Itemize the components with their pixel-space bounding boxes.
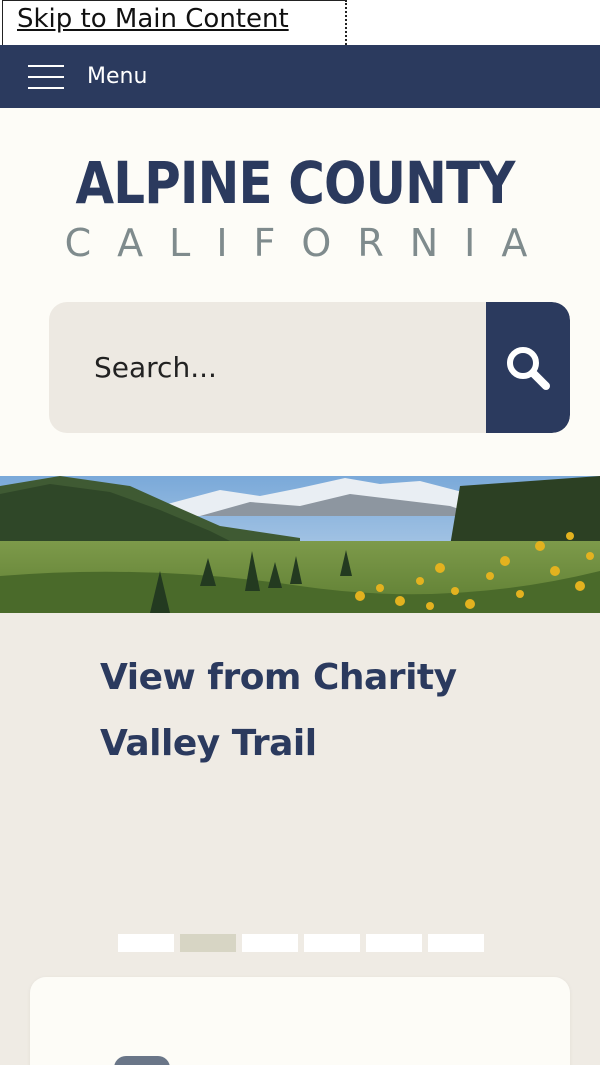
logo-subtitle: CALIFORNIA xyxy=(64,221,554,265)
site-logo[interactable]: ALPINE COUNTY CALIFORNIA xyxy=(0,148,600,268)
menu-label: Menu xyxy=(87,64,148,89)
menu-button[interactable]: Menu xyxy=(28,45,147,108)
skip-to-main-content-link[interactable]: Skip to Main Content xyxy=(2,0,347,45)
search-box xyxy=(49,302,570,433)
search-input[interactable] xyxy=(49,302,486,433)
hero-image xyxy=(0,476,600,613)
site-header: ALPINE COUNTY CALIFORNIA xyxy=(0,108,600,476)
slide-dot-1[interactable] xyxy=(118,934,174,952)
rounded-square-icon xyxy=(114,1056,170,1065)
slide-dot-4[interactable] xyxy=(304,934,360,952)
slide-caption[interactable]: View from Charity Valley Trail xyxy=(100,645,520,777)
slide-caption-line-1: View from Charity xyxy=(100,657,457,698)
content-card xyxy=(30,977,570,1065)
hamburger-icon xyxy=(28,64,64,90)
top-nav-bar: Menu xyxy=(0,45,600,108)
mountain-meadow-photo xyxy=(0,476,600,613)
slide-dot-6[interactable] xyxy=(428,934,484,952)
slide-pager xyxy=(118,934,490,952)
logo-title: ALPINE COUNTY xyxy=(75,149,516,217)
magnifier-icon xyxy=(507,346,550,390)
slide-dot-2[interactable] xyxy=(180,934,236,952)
search-button[interactable] xyxy=(486,302,570,433)
slide-dot-5[interactable] xyxy=(366,934,422,952)
slide-dot-3[interactable] xyxy=(242,934,298,952)
slide-caption-line-2: Valley Trail xyxy=(100,723,317,764)
skip-bar: Skip to Main Content xyxy=(0,0,600,45)
